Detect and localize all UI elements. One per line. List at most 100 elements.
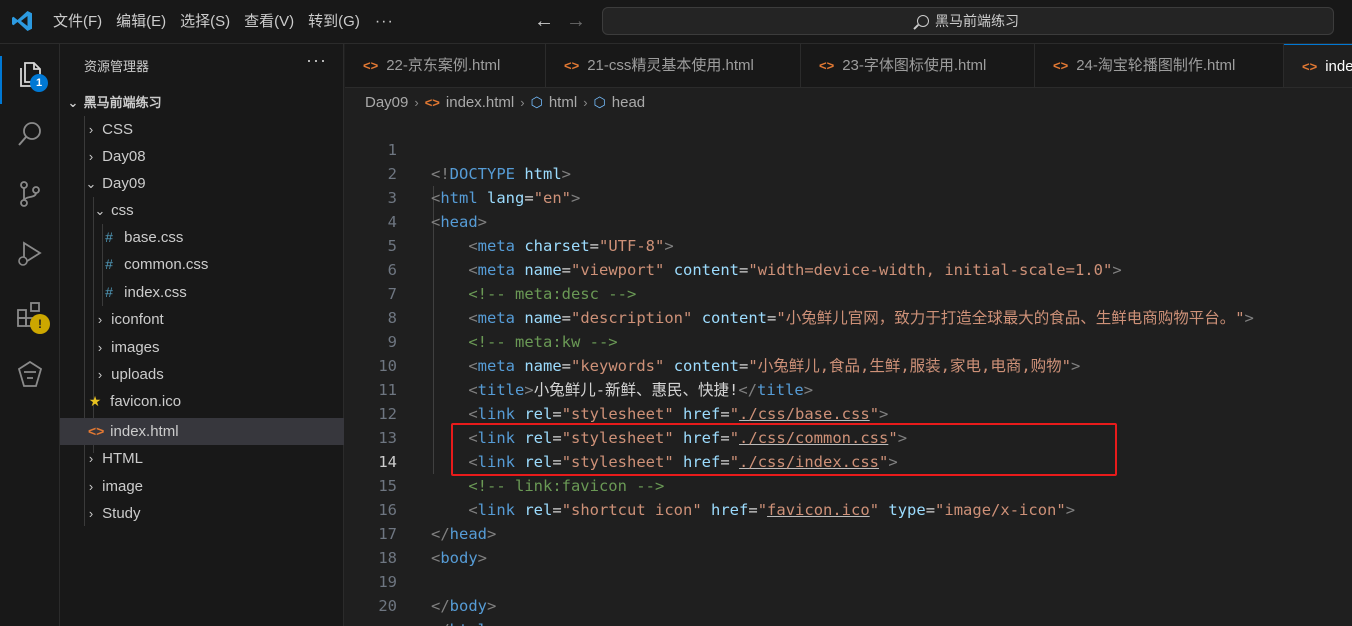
tree-file-base-css[interactable]: # base.css (60, 224, 344, 251)
tab-index-html[interactable]: <> index.html (1284, 44, 1352, 87)
tab-label: 24-淘宝轮播图制作.html (1076, 57, 1236, 74)
tree-folder-iconfont[interactable]: › iconfont (60, 306, 344, 333)
chevron-right-icon: › (97, 367, 103, 382)
code-line: 12 <link rel="stylesheet" href="./css/co… (345, 378, 1352, 447)
code-line: 1 <!DOCTYPE html> (345, 114, 1352, 183)
tree-item-label: images (111, 339, 160, 356)
code-line: 6 <!-- meta:desc --> (345, 234, 1352, 303)
css-file-icon: # (105, 284, 113, 300)
tree-root-label: 黑马前端练习 (83, 95, 162, 110)
tree-item-label: index.html (110, 423, 179, 440)
menu-edit[interactable]: 编辑(E) (109, 0, 173, 44)
arrow-right-icon[interactable]: → (566, 10, 586, 33)
code-line: 8 <!-- meta:kw --> (345, 282, 1352, 351)
breadcrumb-symbol-head[interactable]: head (612, 94, 645, 111)
code-text: </html> (431, 618, 496, 626)
activity-bar: 1 ! (0, 44, 60, 626)
code-line: 3 <head> (345, 162, 1352, 231)
breadcrumb: Day09 › <> index.html › ⬡ html › ⬡ head (365, 92, 645, 112)
run-debug-icon[interactable] (14, 238, 46, 270)
html-file-icon: <> (1302, 59, 1318, 74)
tab-css-sprite[interactable]: <> 21-css精灵基本使用.html (546, 44, 801, 87)
tab-taobao-carousel[interactable]: <> 24-淘宝轮播图制作.html (1035, 44, 1284, 87)
tree-item-label: HTML (102, 450, 144, 467)
tree-item-label: index.css (124, 284, 187, 301)
breadcrumb-folder[interactable]: Day09 (365, 94, 408, 111)
html-file-icon: <> (564, 58, 580, 73)
more-actions-icon[interactable]: ··· (306, 50, 327, 71)
editor-tabs: <> 22-京东案例.html <> 21-css精灵基本使用.html <> 23-… (345, 44, 1352, 88)
tree-folder-images[interactable]: › images (60, 334, 344, 361)
code-text: </body> (431, 597, 497, 615)
remote-explorer-icon[interactable] (14, 358, 46, 390)
html-file-icon: <> (819, 58, 835, 73)
command-center-search[interactable]: 黑马前端练习 (602, 7, 1334, 35)
menu-more-icon[interactable]: ··· (367, 13, 402, 31)
tree-file-favicon[interactable]: ★ favicon.ico (60, 388, 344, 415)
html-file-icon: <> (88, 423, 105, 439)
code-editor[interactable]: 1 <!DOCTYPE html> 2 <html lang="en"> 3 <… (345, 114, 1352, 626)
css-file-icon: # (105, 229, 113, 245)
tree-folder-css-root[interactable]: › CSS (60, 116, 344, 143)
tree-item-label: image (102, 478, 144, 495)
menu-view[interactable]: 查看(V) (237, 0, 301, 44)
tree-folder-uploads[interactable]: › uploads (60, 361, 344, 388)
highlight-annotation-box (451, 423, 1117, 476)
chevron-right-icon: › (97, 340, 103, 355)
tree-item-label: Day09 (102, 175, 146, 192)
html-file-icon: <> (424, 94, 440, 110)
tab-label: 22-京东案例.html (386, 57, 501, 74)
html-file-icon: <> (1053, 58, 1069, 73)
code-line: 18 (345, 522, 1352, 567)
tab-label: index.html (1325, 58, 1352, 75)
code-line: 9 <meta name="keywords" content="小兔鲜儿,食品… (345, 306, 1352, 375)
breadcrumb-file[interactable]: index.html (446, 94, 514, 111)
menu-selection[interactable]: 选择(S) (173, 0, 237, 44)
code-line: 16 </head> (345, 474, 1352, 543)
chevron-right-icon: › (88, 149, 94, 164)
tree-folder-html[interactable]: › HTML (60, 445, 344, 472)
chevron-right-icon: › (88, 506, 94, 521)
search-text: 黑马前端练习 (935, 13, 1019, 29)
chevron-right-icon: › (414, 94, 419, 110)
search-icon[interactable] (14, 118, 46, 150)
source-control-icon[interactable] (14, 178, 46, 210)
chevron-right-icon: › (88, 451, 94, 466)
html-file-icon: <> (363, 58, 379, 73)
chevron-right-icon: › (583, 94, 588, 110)
code-line: 10 <title>小兔鲜儿-新鲜、惠民、快捷!</title> (345, 330, 1352, 399)
tree-file-common-css[interactable]: # common.css (60, 251, 344, 278)
breadcrumb-symbol-html[interactable]: html (549, 94, 577, 111)
chevron-right-icon: › (88, 479, 94, 494)
code-line: 19 </body> (345, 546, 1352, 615)
code-line: 4 <meta charset="UTF-8"> (345, 186, 1352, 255)
tree-file-index-css[interactable]: # index.css (60, 279, 344, 306)
tab-font-icon[interactable]: <> 23-字体图标使用.html (801, 44, 1035, 87)
tree-folder-day08[interactable]: › Day08 (60, 143, 344, 170)
menu-file[interactable]: 文件(F) (46, 0, 109, 44)
tree-item-label: iconfont (111, 311, 164, 328)
line-number: 20 (378, 597, 397, 615)
tree-item-label: CSS (102, 121, 134, 138)
code-line: 20 </html> (345, 570, 1352, 626)
tree-folder-css[interactable]: ⌄ css (60, 197, 344, 224)
menu-bar: 文件(F) 编辑(E) 选择(S) 查看(V) 转到(G) ··· (46, 0, 402, 44)
tree-folder-image[interactable]: › image (60, 473, 344, 500)
tree-item-label: css (111, 202, 134, 219)
tree-root-folder[interactable]: ⌄ 黑马前端练习 (60, 89, 344, 116)
chevron-right-icon: › (97, 312, 103, 327)
tree-folder-study[interactable]: › Study (60, 500, 344, 527)
arrow-left-icon[interactable]: ← (534, 10, 554, 33)
active-indicator (0, 56, 2, 104)
tree-item-label: Study (102, 505, 141, 522)
code-line: 5 <meta name="viewport" content="width=d… (345, 210, 1352, 279)
title-bar: 文件(F) 编辑(E) 选择(S) 查看(V) 转到(G) ··· ← → 黑马… (0, 0, 1352, 44)
tab-jd-case[interactable]: <> 22-京东案例.html (345, 44, 546, 87)
tree-file-index-html[interactable]: <> index.html (60, 418, 344, 445)
chevron-down-icon: ⌄ (67, 95, 79, 110)
menu-go[interactable]: 转到(G) (301, 0, 367, 44)
chevron-right-icon: › (520, 94, 525, 110)
tree-folder-day09[interactable]: ⌄ Day09 (60, 170, 344, 197)
chevron-down-icon: ⌄ (94, 203, 106, 218)
code-line: 17 <body> (345, 498, 1352, 567)
